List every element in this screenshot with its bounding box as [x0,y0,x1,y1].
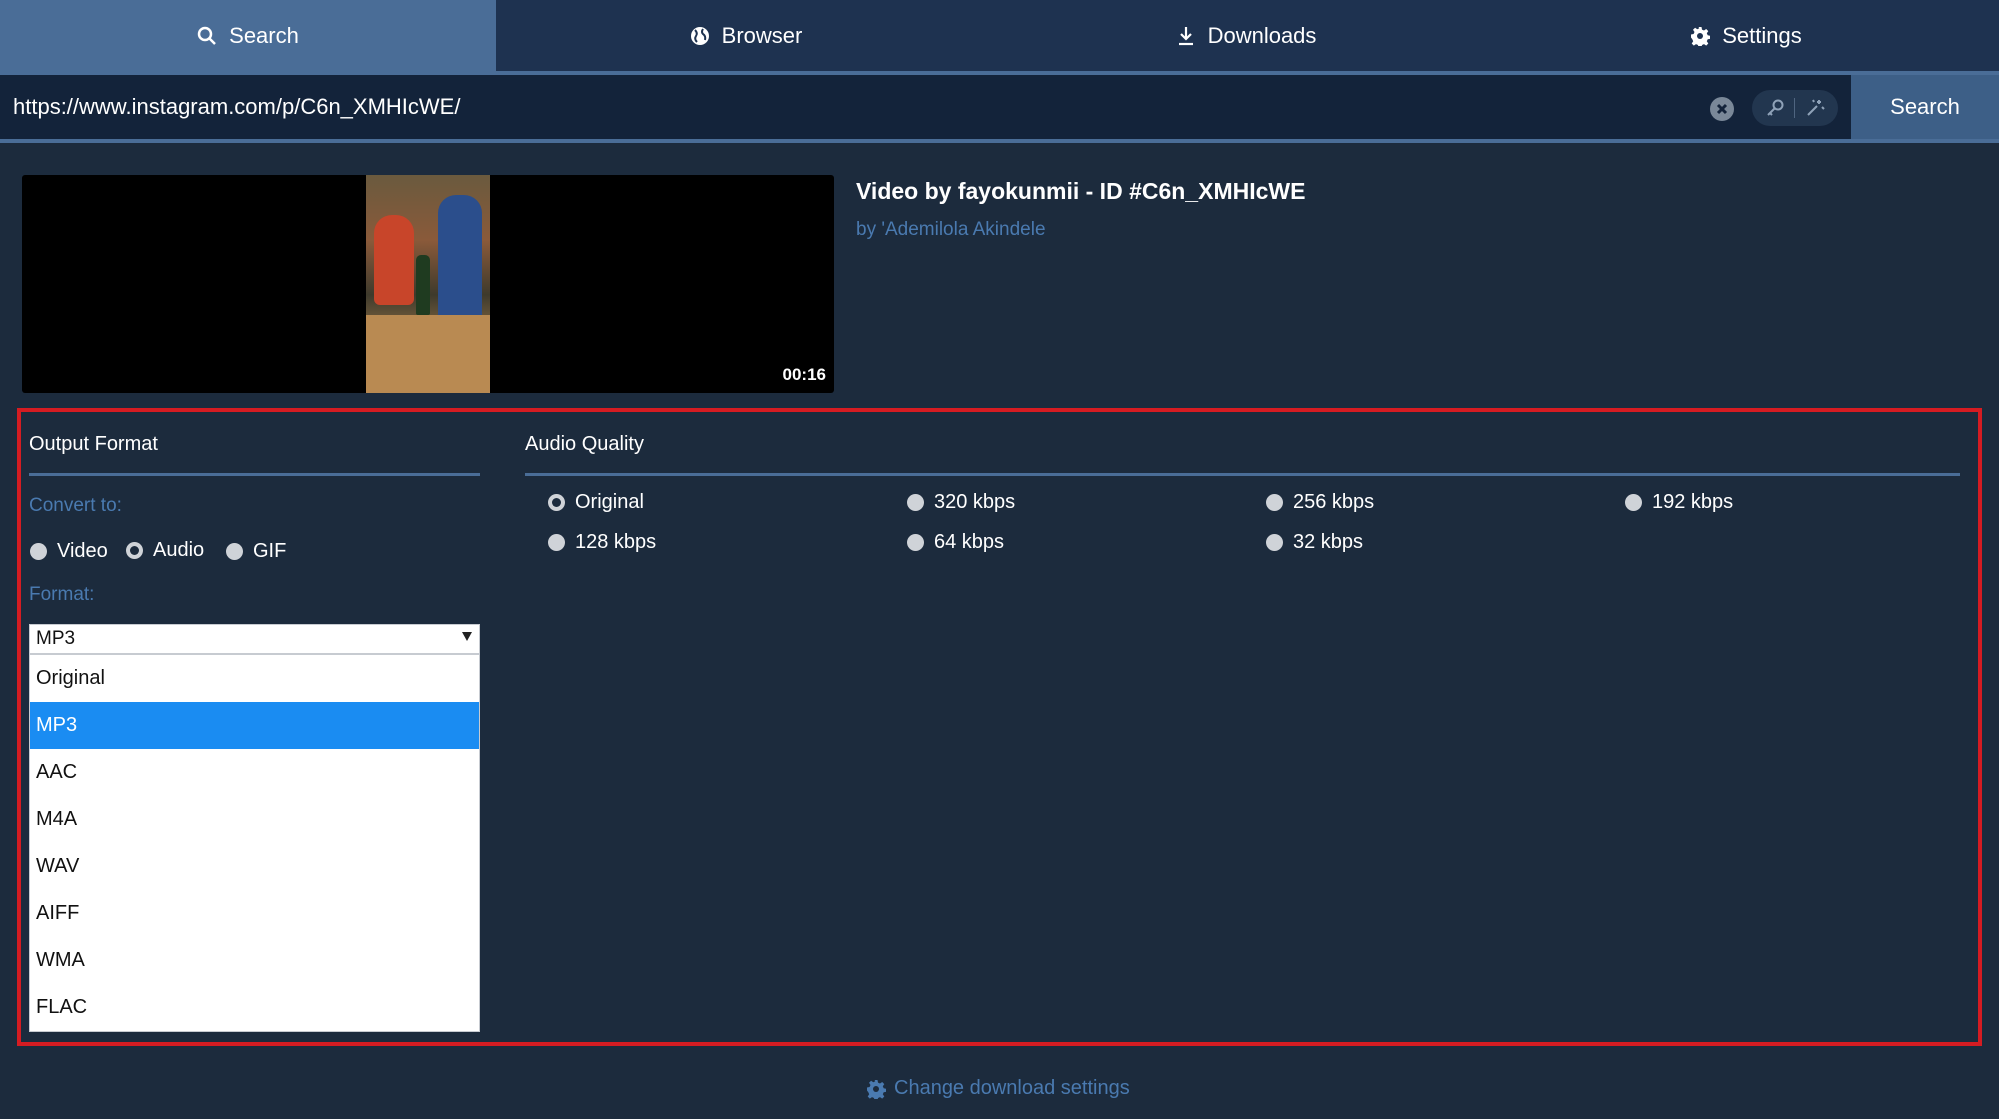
url-input[interactable] [0,75,1700,139]
quality-option-64[interactable]: 64 kbps [907,531,1004,554]
format-option-mp3[interactable]: MP3 [30,702,479,749]
output-format-divider [29,473,480,476]
quality-256-label: 256 kbps [1293,491,1375,513]
change-download-settings-link[interactable]: Change download settings [866,1077,1130,1100]
quality-64-radio[interactable] [907,534,924,551]
quality-option-32[interactable]: 32 kbps [1266,531,1363,554]
format-dropdown-list: Original MP3 AAC M4A WAV AIFF WMA FLAC [29,654,480,1032]
quality-option-192[interactable]: 192 kbps [1625,491,1733,514]
tab-search-label: Search [229,22,299,48]
tab-browser-label: Browser [721,22,803,48]
convert-audio-radio[interactable] [126,542,143,559]
key-icon[interactable] [1765,98,1785,118]
video-duration: 00:16 [782,365,826,384]
thumbnail-bottle [416,255,430,315]
tab-settings-label: Settings [1722,22,1802,48]
search-button[interactable]: Search [1851,75,1999,139]
clear-url-button[interactable] [1710,97,1734,121]
quality-32-radio[interactable] [1266,534,1283,551]
format-option-m4a[interactable]: M4A [30,796,479,843]
url-bar: Search [0,75,1999,143]
magic-wand-icon[interactable] [1805,98,1825,118]
video-thumbnail-image [366,175,490,393]
convert-gif-option[interactable]: GIF [226,540,286,563]
format-option-flac[interactable]: FLAC [30,984,479,1031]
format-option-aiff[interactable]: AIFF [30,890,479,937]
audio-quality-title: Audio Quality [525,433,644,455]
main-tab-bar: Search Browser Downloads Settings [0,0,1999,75]
tab-browser[interactable]: Browser [496,0,996,71]
format-label: Format: [29,584,95,605]
convert-to-label: Convert to: [29,495,122,516]
convert-audio-label: Audio [153,539,205,561]
video-author[interactable]: by 'Ademilola Akindele [856,219,1046,241]
thumbnail-person-1 [374,215,414,305]
quality-128-radio[interactable] [548,534,565,551]
quality-128-label: 128 kbps [575,531,657,553]
convert-gif-label: GIF [253,540,287,562]
download-icon [1178,26,1193,45]
quality-original-radio[interactable] [548,494,565,511]
change-download-settings-label: Change download settings [894,1077,1130,1099]
quality-option-original[interactable]: Original [548,491,644,514]
tab-downloads-label: Downloads [1207,22,1317,48]
quality-option-256[interactable]: 256 kbps [1266,491,1374,514]
convert-gif-radio[interactable] [226,543,243,560]
quality-original-label: Original [575,491,644,513]
quality-option-128[interactable]: 128 kbps [548,531,656,554]
search-icon [197,26,217,45]
quality-192-label: 192 kbps [1652,491,1734,513]
tab-settings[interactable]: Settings [1496,0,1996,71]
convert-video-option[interactable]: Video [30,540,108,563]
globe-icon [690,26,709,45]
quality-256-radio[interactable] [1266,494,1283,511]
tab-downloads[interactable]: Downloads [996,0,1496,71]
format-option-wav[interactable]: WAV [30,843,479,890]
url-tools [1752,90,1838,126]
tab-search[interactable]: Search [0,0,496,71]
quality-320-radio[interactable] [907,494,924,511]
convert-video-radio[interactable] [30,543,47,560]
gear-icon [867,1079,886,1099]
format-option-aac[interactable]: AAC [30,749,479,796]
format-select[interactable]: MP3 [29,624,480,654]
thumbnail-table [366,315,490,393]
quality-32-label: 32 kbps [1293,531,1364,553]
thumbnail-person-2 [438,195,482,325]
gear-icon [1691,26,1711,46]
quality-64-label: 64 kbps [934,531,1005,553]
convert-video-label: Video [57,540,108,562]
quality-192-radio[interactable] [1625,494,1642,511]
quality-option-320[interactable]: 320 kbps [907,491,1015,514]
quality-320-label: 320 kbps [934,491,1016,513]
video-title: Video by fayokunmii - ID #C6n_XMHIcWE [856,178,1306,204]
dropdown-arrow-icon [462,632,472,641]
audio-quality-divider [525,473,1960,476]
output-format-title: Output Format [29,433,158,455]
convert-audio-option[interactable]: Audio [126,539,204,562]
format-option-wma[interactable]: WMA [30,937,479,984]
tool-separator [1794,98,1796,118]
video-thumbnail[interactable]: 00:16 [22,175,834,393]
format-option-original[interactable]: Original [30,655,479,702]
format-select-value: MP3 [36,628,76,649]
close-icon [1716,103,1728,115]
